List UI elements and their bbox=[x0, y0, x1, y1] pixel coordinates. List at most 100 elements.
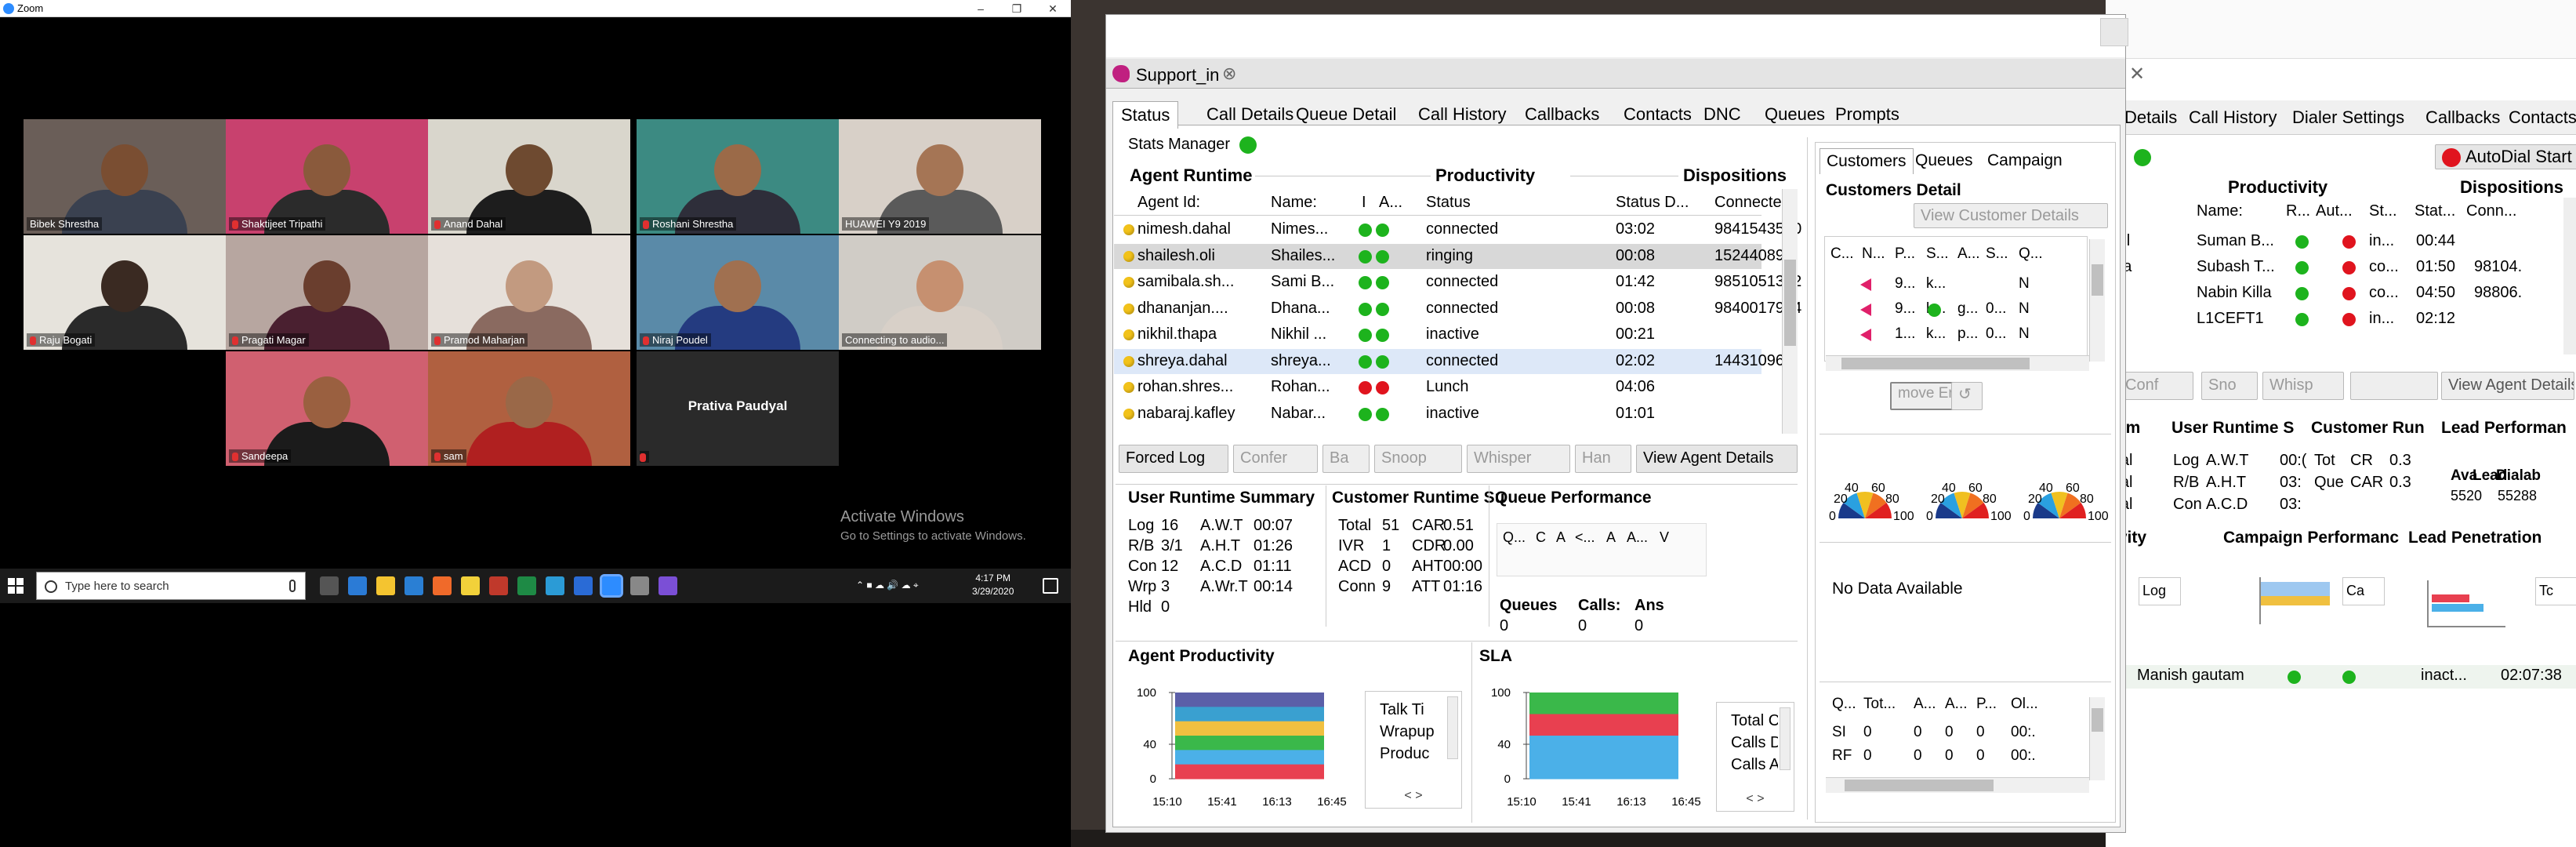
autodial-spinner[interactable]: Tc bbox=[2535, 577, 2576, 605]
action-whisper-button[interactable]: Whisper bbox=[1467, 445, 1570, 473]
video-tile[interactable]: Anand Dahal bbox=[428, 119, 630, 234]
video-tile[interactable]: Sandeepa bbox=[226, 351, 428, 466]
video-tile[interactable]: Shaktijeet Tripathi bbox=[226, 119, 428, 234]
right-tab-customers[interactable]: Customers bbox=[1820, 148, 1914, 174]
action-ba-button[interactable]: Ba bbox=[1322, 445, 1370, 473]
window-close-button[interactable] bbox=[2100, 18, 2128, 46]
autodial-start-button[interactable]: AutoDial Start bbox=[2435, 144, 2576, 170]
autodial-action-button[interactable]: Whisp bbox=[2262, 372, 2344, 400]
vscode-icon[interactable] bbox=[405, 576, 423, 595]
video-tile[interactable]: Connecting to audio... bbox=[839, 235, 1041, 350]
autodial-action-button[interactable]: Sno bbox=[2201, 372, 2258, 400]
action-snoop-button[interactable]: Snoop bbox=[1374, 445, 1462, 473]
firefox-icon[interactable] bbox=[433, 576, 452, 595]
minimize-icon[interactable]: – bbox=[963, 0, 999, 17]
sticky-notes-icon[interactable] bbox=[461, 576, 480, 595]
right-tab-campaign[interactable]: Campaign bbox=[1981, 148, 2069, 173]
tab-contacts[interactable]: Contacts bbox=[1616, 101, 1700, 128]
autodial-action-button[interactable] bbox=[2350, 372, 2438, 400]
autodial-table-scrollbar[interactable] bbox=[2563, 198, 2576, 354]
customer-column-header[interactable]: A... bbox=[1957, 245, 1980, 263]
customers-table-scrollbar[interactable] bbox=[2089, 239, 2105, 362]
tab-dnc[interactable]: DNC bbox=[1696, 101, 1749, 128]
video-tile[interactable]: Raju Bogati bbox=[24, 235, 226, 350]
video-tile[interactable]: sam bbox=[428, 351, 630, 466]
legend-scrollbar[interactable] bbox=[1780, 707, 1791, 770]
close-tab-icon[interactable]: ✕ bbox=[2129, 63, 2145, 85]
autodial-tab-contacts[interactable]: Contacts bbox=[2509, 107, 2576, 128]
agent-row[interactable]: samibala.sh... Sami B... connected 01:42 985… bbox=[1114, 270, 1801, 295]
view-customer-details-button[interactable]: View Customer Details bbox=[1914, 203, 2108, 228]
tab-call-details[interactable]: Call Details bbox=[1199, 101, 1301, 128]
queue-stats-column-header[interactable]: P... bbox=[1976, 696, 1997, 713]
queue-column-header[interactable]: A bbox=[1606, 529, 1616, 546]
queue-column-header[interactable]: A bbox=[1556, 529, 1566, 546]
queue-column-header[interactable]: <... bbox=[1575, 529, 1595, 546]
queue-stats-column-header[interactable]: Tot... bbox=[1863, 696, 1896, 713]
autodial-action-button[interactable]: Conf bbox=[2118, 372, 2193, 400]
system-tray[interactable]: ⌃ ■ ☁ 🔊 ☁ ⌖ bbox=[856, 580, 919, 591]
queue-stats-column-header[interactable]: Q... bbox=[1832, 696, 1856, 713]
agent-row[interactable]: nikhil.thapa Nikhil ... inactive 00:21 bbox=[1114, 322, 1761, 347]
column-header[interactable]: Status bbox=[1426, 194, 1471, 212]
tab-status[interactable]: Status bbox=[1112, 101, 1179, 129]
autodial-column-header[interactable]: Conn... bbox=[2466, 202, 2516, 220]
queue-stats-scrollbar[interactable] bbox=[2089, 697, 2105, 780]
autodial-spinner[interactable]: Ca bbox=[2342, 577, 2385, 605]
action-forced-log-button[interactable]: Forced Log bbox=[1119, 445, 1228, 473]
column-header[interactable]: A... bbox=[1379, 194, 1402, 212]
taskbar-search-input[interactable]: Type here to search bbox=[36, 572, 306, 600]
autodial-tab-dialer-settings[interactable]: Dialer Settings bbox=[2292, 107, 2404, 128]
tab-prompts[interactable]: Prompts bbox=[1827, 101, 1907, 128]
autodial-column-header[interactable]: St... bbox=[2369, 202, 2397, 220]
customers-hscroll[interactable] bbox=[1826, 355, 2089, 371]
autodial-column-header[interactable]: Stat... bbox=[2415, 202, 2455, 220]
autodial-agent-name[interactable]: Subash T... bbox=[2197, 258, 2275, 276]
legend-hscroll-arrows[interactable]: < > bbox=[1720, 792, 1791, 808]
queue-column-header[interactable]: A... bbox=[1627, 529, 1648, 546]
customer-column-header[interactable]: S... bbox=[1986, 245, 2008, 263]
agent-table-scrollbar[interactable] bbox=[1782, 189, 1798, 434]
close-icon[interactable]: ✕ bbox=[1035, 0, 1071, 17]
autodial-tab-call-history[interactable]: Call History bbox=[2189, 107, 2277, 128]
tab-queues[interactable]: Queues bbox=[1757, 101, 1833, 128]
action-view-agent-details-button[interactable]: View Agent Details bbox=[1636, 445, 1798, 473]
tab-call-history[interactable]: Call History bbox=[1410, 101, 1514, 128]
agent-row[interactable]: shailesh.oli Shailes... ringing 00:08 152440… bbox=[1114, 243, 1784, 269]
video-tile[interactable]: Pramod Maharjan bbox=[428, 235, 630, 350]
autodial-agent-name[interactable]: L1CEFT1 bbox=[2197, 310, 2264, 328]
column-header[interactable]: I bbox=[1362, 194, 1366, 212]
skype-icon[interactable] bbox=[546, 576, 564, 595]
action-confer-button[interactable]: Confer bbox=[1233, 445, 1318, 473]
close-tab-icon[interactable]: ⊗ bbox=[1222, 64, 1236, 84]
customer-column-header[interactable]: Q... bbox=[2019, 245, 2043, 263]
legend-hscroll-arrows[interactable]: < > bbox=[1369, 789, 1458, 805]
video-tile[interactable]: HUAWEI Y9 2019 bbox=[839, 119, 1041, 234]
customer-column-header[interactable]: S... bbox=[1926, 245, 1949, 263]
queue-stats-hscroll[interactable] bbox=[1826, 777, 2089, 793]
agent-row[interactable]: nimesh.dahal Nimes... connected 03:02 984154… bbox=[1114, 217, 1801, 242]
video-tile[interactable]: Niraj Poudel bbox=[637, 235, 839, 350]
autodial-agent-name[interactable]: Nabin Killa bbox=[2197, 284, 2272, 302]
autodial-agent-name[interactable]: Suman B... bbox=[2197, 232, 2274, 250]
maximize-icon[interactable]: ❐ bbox=[999, 0, 1035, 17]
zoom-icon[interactable] bbox=[600, 574, 623, 598]
notifications-icon[interactable] bbox=[1043, 578, 1058, 594]
file-explorer-icon[interactable] bbox=[376, 576, 395, 595]
autodial-tab-callbacks[interactable]: Callbacks bbox=[2425, 107, 2500, 128]
video-tile[interactable]: Roshani Shrestha bbox=[637, 119, 839, 234]
autodial-column-header[interactable]: R... bbox=[2286, 202, 2310, 220]
store-icon[interactable] bbox=[348, 576, 367, 595]
media-player-icon[interactable] bbox=[489, 576, 508, 595]
refresh-button[interactable]: ↺ bbox=[1951, 382, 1983, 410]
autodial-agent-row[interactable]: Manish gautam inact... 02:07:38 bbox=[2106, 665, 2576, 689]
right-tab-queues[interactable]: Queues bbox=[1909, 148, 1979, 173]
action-han-button[interactable]: Han bbox=[1575, 445, 1631, 473]
network-icon[interactable] bbox=[630, 576, 649, 595]
queue-stats-column-header[interactable]: A... bbox=[1914, 696, 1936, 713]
queue-stats-column-header[interactable]: A... bbox=[1945, 696, 1968, 713]
column-header[interactable]: Agent Id: bbox=[1137, 194, 1200, 212]
queue-column-header[interactable]: C bbox=[1536, 529, 1546, 546]
support-doc-tab[interactable]: Support_in ⊗ bbox=[1106, 59, 2125, 89]
taskbar-clock[interactable]: 4:17 PM 3/29/2020 bbox=[972, 572, 1014, 598]
